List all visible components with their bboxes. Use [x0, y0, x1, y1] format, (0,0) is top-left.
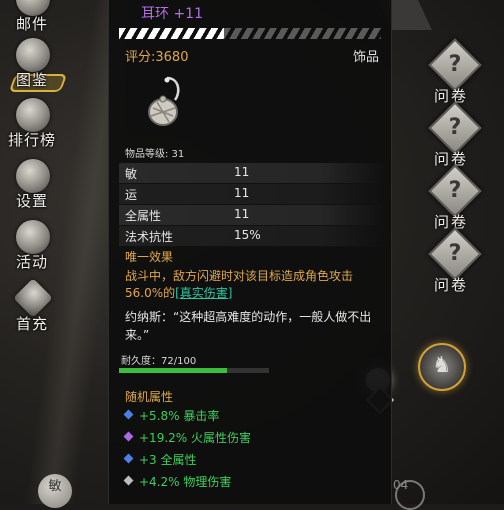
stat-name: 法术抗性 — [125, 230, 174, 244]
menu-label-settings: 设置 — [15, 192, 48, 210]
survey-button-1[interactable]: ? 问卷 — [428, 38, 488, 105]
affix-text: +4.2% 物理伤害 — [139, 475, 232, 489]
unique-effect-header: 唯一效果 — [125, 250, 174, 264]
menu-label-activity: 活动 — [15, 253, 48, 271]
menu-item-ranking[interactable]: 排行榜 — [4, 94, 60, 150]
affix-row: +4.2% 物理伤害 — [123, 473, 385, 495]
item-tooltip: 耳环 +11 评分:3680 饰品 物品等级: 31 敏 11 运 11 全属性… — [108, 0, 392, 504]
stat-row: 敏 11 — [119, 163, 387, 184]
helmet-icon[interactable]: ♞ — [418, 343, 466, 391]
menu-label-ranking: 排行榜 — [7, 131, 56, 149]
question-mark-icon: ? — [448, 52, 462, 77]
menu-label-codex: 图鉴 — [15, 71, 48, 89]
stat-row: 全属性 11 — [119, 205, 387, 226]
earring-icon — [148, 76, 180, 126]
menu-item-first-charge[interactable]: 首充 — [4, 278, 60, 334]
bottom-number: 04 — [393, 478, 409, 492]
gem-icon — [123, 409, 134, 420]
flavor-quote: 约纳斯：“这种超高难度的动作，一般人做不出来。” — [125, 310, 372, 342]
stat-row: 法术抗性 15% — [119, 226, 387, 247]
gem-icon — [123, 431, 134, 442]
true-damage-link[interactable]: [真实伤害] — [175, 286, 232, 300]
item-score: 评分:3680 — [125, 50, 189, 65]
stat-value: 15% — [234, 228, 261, 242]
left-menu: 邮件 图鉴 排行榜 设置 活动 首充 — [0, 0, 68, 504]
gear-icon — [16, 159, 50, 193]
unique-effect-text: 战斗中，敌方闪避时对该目标造成角色攻击 56.0%的[真实伤害] — [125, 268, 375, 302]
survey-button-4[interactable]: ? 问卷 — [428, 227, 488, 294]
item-name: 耳环 +11 — [141, 6, 203, 22]
ranking-icon — [16, 98, 50, 132]
stat-name: 敏 — [125, 167, 138, 181]
stat-row: 运 11 — [119, 184, 387, 205]
item-level: 物品等级: 31 — [125, 149, 185, 160]
question-mark-icon: ? — [448, 241, 462, 266]
question-mark-icon: ? — [448, 178, 462, 203]
stat-value: 11 — [234, 165, 250, 179]
stat-value: 11 — [234, 186, 250, 200]
gem-icon — [123, 475, 134, 486]
affix-list: +5.8% 暴击率 +19.2% 火属性伤害 +3 全属性 +4.2% 物理伤害 — [123, 407, 385, 495]
durability-label: 耐久度：72/100 — [121, 356, 197, 367]
unique-effect-body: 战斗中，敌方闪避时对该目标造成角色攻击 56.0%的 — [125, 269, 354, 300]
first-charge-icon — [13, 278, 53, 318]
gem-icon — [123, 453, 134, 464]
menu-label-mail: 邮件 — [15, 15, 48, 33]
affix-text: +5.8% 暴击率 — [139, 409, 220, 423]
activity-icon — [16, 220, 50, 254]
affix-row: +3 全属性 — [123, 451, 385, 473]
menu-item-mail[interactable]: 邮件 — [4, 0, 60, 34]
survey-button-2[interactable]: ? 问卷 — [428, 101, 488, 168]
durability-fill — [119, 368, 227, 373]
survey-label: 问卷 — [434, 276, 469, 294]
affix-text: +3 全属性 — [139, 453, 197, 467]
durability-bar — [119, 368, 269, 373]
survey-button-3[interactable]: ? 问卷 — [428, 164, 488, 231]
stats-table: 敏 11 运 11 全属性 11 法术抗性 15% — [119, 163, 387, 247]
stat-value: 11 — [234, 207, 250, 221]
affix-text: +19.2% 火属性伤害 — [139, 431, 251, 445]
question-mark-icon: ? — [448, 115, 462, 140]
stat-name: 全属性 — [125, 209, 162, 223]
stat-name: 运 — [125, 188, 138, 202]
affix-row: +5.8% 暴击率 — [123, 407, 385, 429]
item-category: 饰品 — [352, 50, 379, 65]
enhance-bar-empty — [224, 28, 381, 39]
book-icon — [16, 38, 50, 72]
menu-item-codex[interactable]: 图鉴 — [4, 34, 68, 92]
menu-item-settings[interactable]: 设置 — [4, 155, 60, 211]
menu-item-activity[interactable]: 活动 — [4, 216, 60, 272]
menu-label-first-charge: 首充 — [15, 315, 48, 333]
affix-row: +19.2% 火属性伤害 — [123, 429, 385, 451]
bottom-stat-badge[interactable]: 敏 — [38, 474, 72, 508]
random-attributes-header: 随机属性 — [125, 390, 174, 404]
